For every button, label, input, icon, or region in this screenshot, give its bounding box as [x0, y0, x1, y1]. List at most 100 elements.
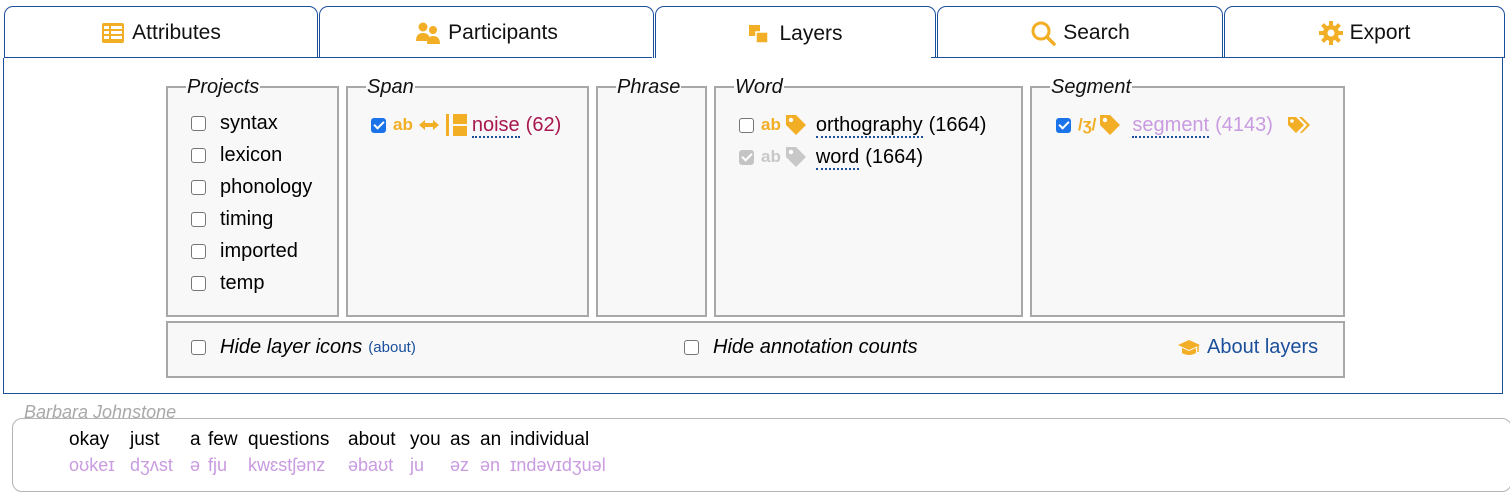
- word-checkbox: [739, 149, 754, 165]
- project-checkbox[interactable]: [191, 116, 206, 131]
- project-label: temp: [220, 272, 265, 294]
- project-label: syntax: [220, 112, 278, 134]
- tag-icon: [784, 145, 808, 169]
- tab-export[interactable]: Export: [1224, 6, 1505, 58]
- segment-text: ɪndəvɪdʒuəl: [510, 455, 606, 475]
- tab-bar: Attributes Participants Layers Search Ex…: [4, 6, 1505, 60]
- alphanumeric-icon: ab: [761, 147, 781, 166]
- gear-icon: [1318, 20, 1343, 45]
- project-label: lexicon: [220, 144, 283, 166]
- word-token[interactable]: okay oʊkeɪ: [69, 429, 115, 476]
- about-layers-link[interactable]: About layers: [1177, 336, 1318, 359]
- alphanumeric-icon: ab: [393, 115, 413, 134]
- tab-search[interactable]: Search: [937, 6, 1223, 58]
- project-checkbox[interactable]: [191, 212, 206, 227]
- tab-label: Export: [1349, 20, 1411, 44]
- word-text: okay: [69, 429, 110, 450]
- tab-participants[interactable]: Participants: [319, 6, 654, 58]
- hide-icons-checkbox[interactable]: [191, 340, 206, 355]
- segment-legend: Segment: [1051, 76, 1132, 98]
- project-item-lexicon[interactable]: lexicon: [191, 144, 282, 167]
- word-text: individual: [510, 429, 590, 450]
- segment-checkbox[interactable]: [1056, 117, 1071, 133]
- segment-text: kwɛstʃənz: [248, 455, 326, 475]
- alphanumeric-icon: ab: [761, 115, 781, 134]
- segment-label[interactable]: segment (4143): [1132, 113, 1273, 138]
- tab-layers[interactable]: Layers: [655, 6, 936, 60]
- project-item-imported[interactable]: imported: [191, 240, 298, 263]
- orthography-checkbox[interactable]: [739, 117, 754, 133]
- word-text: just: [130, 429, 160, 450]
- segment-text: fju: [208, 455, 228, 475]
- about-layers-label: About layers: [1207, 336, 1319, 358]
- project-item-temp[interactable]: temp: [191, 272, 264, 295]
- hide-counts-checkbox[interactable]: [684, 340, 699, 355]
- word-token[interactable]: few fju: [208, 429, 238, 476]
- table-icon: [101, 22, 125, 44]
- orthography-label[interactable]: orthography (1664): [815, 113, 986, 138]
- tab-label: Participants: [448, 20, 558, 44]
- segment-text: ə: [190, 455, 201, 475]
- tab-attributes[interactable]: Attributes: [4, 6, 318, 58]
- hide-icons-label: Hide layer icons: [220, 336, 363, 358]
- word-token[interactable]: you ju: [410, 429, 441, 476]
- layers-icon: [748, 23, 772, 45]
- word-legend: Word: [735, 76, 783, 98]
- tab-label: Attributes: [132, 20, 221, 44]
- hide-counts-option[interactable]: Hide annotation counts: [684, 336, 918, 359]
- word-token[interactable]: individual ɪndəvɪdʒuəl: [510, 429, 606, 476]
- word-text: few: [208, 429, 238, 450]
- word-text: as: [450, 429, 471, 450]
- segment-text: oʊkeɪ: [69, 455, 115, 475]
- project-checkbox[interactable]: [191, 276, 206, 291]
- layers-panel: Projects syntax lexicon phonology timing…: [3, 58, 1503, 394]
- phoneme-icon: /ʒ/: [1078, 115, 1097, 134]
- word-text: questions: [248, 429, 330, 450]
- word-label[interactable]: word (1664): [815, 145, 923, 170]
- project-item-phonology[interactable]: phonology: [191, 176, 312, 199]
- word-token[interactable]: as əz: [450, 429, 470, 476]
- noise-label[interactable]: noise (62): [471, 113, 561, 138]
- about-link[interactable]: (about): [368, 339, 416, 356]
- project-item-timing[interactable]: timing: [191, 208, 273, 231]
- interval-icon: [417, 118, 441, 132]
- span-legend: Span: [367, 76, 414, 98]
- span-layer-noise[interactable]: ab noise (62): [371, 113, 561, 138]
- word-text: a: [190, 429, 201, 450]
- word-text: an: [480, 429, 502, 450]
- segment-text: əz: [450, 455, 470, 475]
- tags-icon: [1287, 115, 1313, 135]
- magnifier-icon: [1030, 20, 1056, 46]
- word-token[interactable]: questions kwɛstʃənz: [248, 429, 329, 476]
- project-checkbox[interactable]: [191, 148, 206, 163]
- tab-label: Search: [1063, 20, 1130, 44]
- project-label: timing: [220, 208, 274, 230]
- people-icon: [415, 21, 441, 45]
- noise-checkbox[interactable]: [371, 117, 386, 133]
- word-layer-orthography[interactable]: ab orthography (1664): [739, 113, 986, 138]
- projects-legend: Projects: [187, 76, 260, 98]
- word-text: about: [348, 429, 396, 450]
- word-token[interactable]: just dʒʌst: [130, 429, 173, 476]
- word-token[interactable]: an ən: [480, 429, 501, 476]
- word-token[interactable]: about əbaʊt: [348, 429, 396, 476]
- word-layer-word[interactable]: ab word (1664): [739, 145, 923, 170]
- phrase-fieldset: Phrase: [596, 77, 707, 317]
- project-item-syntax[interactable]: syntax: [191, 112, 278, 135]
- word-text: you: [410, 429, 441, 450]
- utterance: okay oʊkeɪ just dʒʌst a ə few fju questi…: [12, 418, 1510, 492]
- project-label: imported: [220, 240, 298, 262]
- segment-text: ju: [410, 455, 425, 475]
- project-checkbox[interactable]: [191, 180, 206, 195]
- hide-counts-label: Hide annotation counts: [713, 336, 918, 358]
- segment-text: ən: [480, 455, 501, 475]
- project-label: phonology: [220, 176, 313, 198]
- alignment-icon: [445, 113, 469, 137]
- segment-layer-segment[interactable]: /ʒ/ segment (4143): [1056, 113, 1313, 138]
- graduation-cap-icon: [1177, 338, 1201, 358]
- segment-text: əbaʊt: [348, 455, 394, 475]
- hide-icons-option[interactable]: Hide layer icons (about): [191, 336, 416, 359]
- segment-text: dʒʌst: [130, 455, 173, 475]
- project-checkbox[interactable]: [191, 244, 206, 259]
- word-token[interactable]: a ə: [190, 429, 201, 476]
